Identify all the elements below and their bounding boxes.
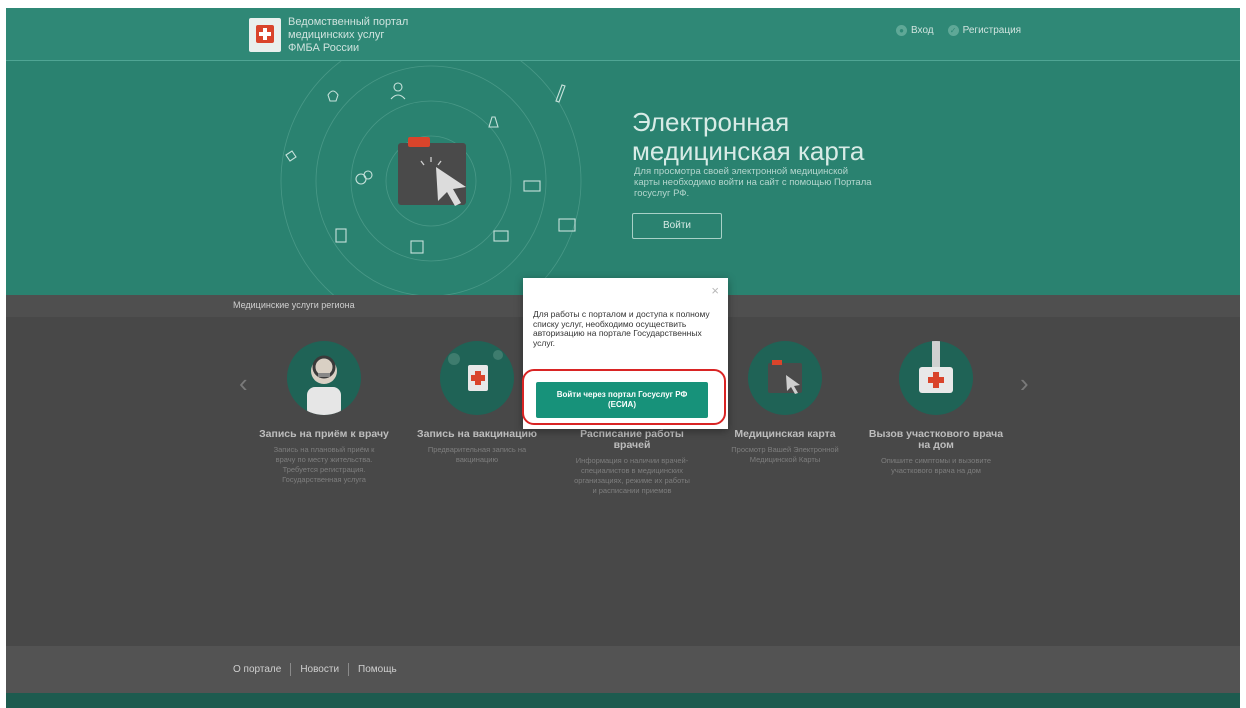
footer: О портале Новости Помощь — [6, 646, 1240, 693]
service-name: Расписание работы врачей — [580, 428, 684, 451]
check-icon: ✓ — [947, 25, 959, 36]
login-link[interactable]: Вход — [911, 25, 934, 36]
highlight-outline — [522, 369, 726, 425]
footer-separator — [348, 663, 350, 676]
auth-links: ● Вход ✓ Регистрация — [896, 25, 1031, 36]
hero-illustration — [280, 61, 582, 295]
service-description: Предварительная запись на вакцинацию — [427, 445, 527, 464]
footer-link-help[interactable]: Помощь — [358, 664, 397, 675]
service-name: Вызов участкового врача на дом — [868, 428, 1004, 451]
footer-link-about[interactable]: О портале — [233, 664, 281, 675]
section-label: Медицинские услуги региона — [233, 300, 355, 310]
service-description: Опишите симптомы и вызовите участкового … — [880, 456, 992, 475]
close-icon[interactable]: × — [711, 283, 719, 298]
service-card[interactable]: Медицинская карта Просмотр Вашей Электро… — [715, 341, 855, 465]
service-name: Запись на приём к врачу — [259, 428, 389, 440]
service-description: Запись на плановый приём к врачу по мест… — [273, 445, 375, 484]
brand-title[interactable]: Ведомственный портал медицинских услуг Ф… — [288, 16, 408, 55]
brand-line-1: Ведомственный портал — [288, 16, 409, 28]
hero-banner: Электронная медицинская карта Для просмо… — [6, 61, 1240, 295]
carousel-next-arrow[interactable]: › — [1020, 370, 1029, 396]
service-card[interactable]: Вызов участкового врача на дом Опишите с… — [866, 341, 1006, 476]
service-name: Запись на вакцинацию — [417, 428, 537, 440]
service-card[interactable]: Запись на приём к врачу Запись на планов… — [254, 341, 394, 485]
brand-line-3: ФМБА России — [288, 42, 360, 54]
footer-link-news[interactable]: Новости — [300, 664, 339, 675]
vaccine-icon — [440, 341, 514, 415]
service-description: Информация о наличии врачей-специалистов… — [574, 456, 690, 495]
register-link[interactable]: Регистрация — [963, 25, 1021, 36]
service-description: Просмотр Вашей Электронной Медицинской К… — [731, 445, 839, 464]
hero-title: Электронная медицинская карта — [632, 107, 865, 166]
user-icon: ● — [896, 25, 907, 36]
bottom-bar — [6, 693, 1240, 708]
brand-line-2: медицинских услуг — [288, 29, 385, 41]
hero-login-button[interactable]: Войти — [632, 213, 722, 239]
footer-links: О портале Новости Помощь — [233, 663, 397, 676]
red-cross-icon — [256, 25, 274, 43]
service-name: Медицинская карта — [734, 428, 836, 440]
doctor-icon — [287, 341, 361, 415]
hero-description: Для просмотра своей электронной медицинс… — [634, 166, 872, 199]
medical-card-icon — [748, 341, 822, 415]
carousel-prev-arrow[interactable]: ‹ — [239, 370, 248, 396]
header: Ведомственный портал медицинских услуг Ф… — [6, 8, 1240, 61]
fmba-logo[interactable] — [249, 18, 281, 52]
first-aid-kit-icon — [899, 341, 973, 415]
footer-separator — [290, 663, 292, 676]
modal-message: Для работы с порталом и доступа к полном… — [533, 309, 710, 348]
